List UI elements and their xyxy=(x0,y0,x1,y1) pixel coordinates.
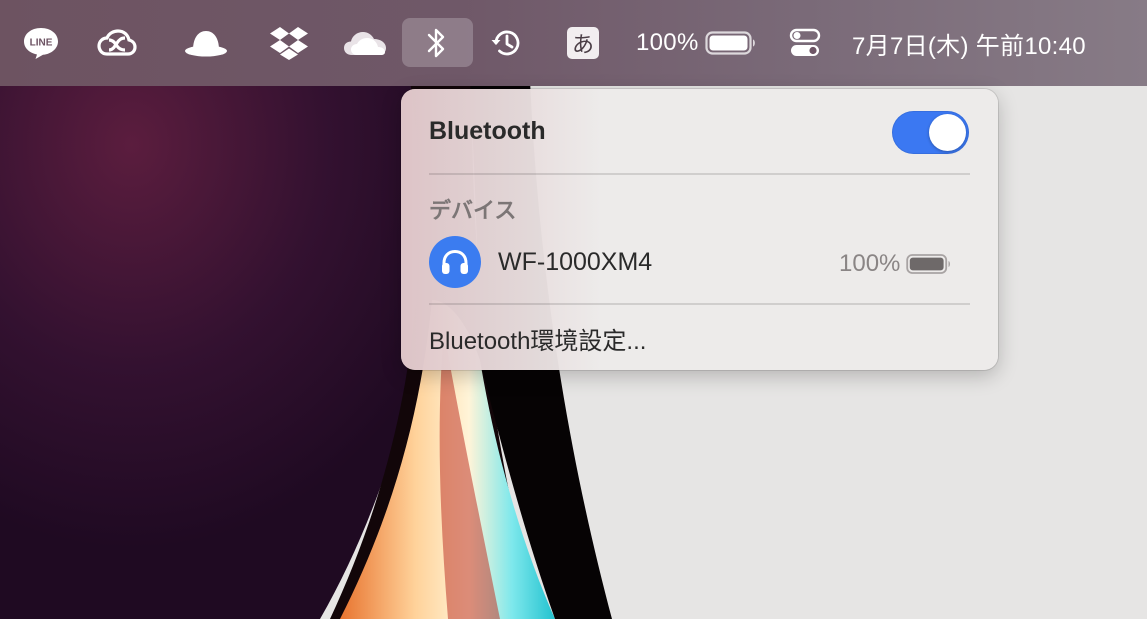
toggle-knob xyxy=(929,114,966,151)
device-battery-percentage: 100% xyxy=(839,250,901,277)
panel-title: Bluetooth xyxy=(429,117,546,145)
menu-bar: LINE あ 100% 7月7日(木) 午前10:40 xyxy=(0,0,1147,86)
bluetooth-toggle[interactable] xyxy=(892,111,969,154)
cloud-icon[interactable] xyxy=(343,0,387,86)
battery-status[interactable]: 100% xyxy=(636,0,758,86)
control-center-icon[interactable] xyxy=(788,0,822,86)
device-battery-icon xyxy=(906,254,951,274)
headphones-icon xyxy=(429,236,481,288)
bowler-hat-icon[interactable] xyxy=(184,0,228,86)
device-row[interactable]: WF-1000XM4 100% xyxy=(421,230,981,294)
dropbox-icon[interactable] xyxy=(268,0,310,86)
device-battery: 100% xyxy=(839,250,952,278)
svg-text:LINE: LINE xyxy=(30,38,53,49)
devices-section-header: デバイス xyxy=(429,199,517,224)
line-icon[interactable]: LINE xyxy=(22,0,60,86)
creative-cloud-icon[interactable] xyxy=(96,0,138,86)
ime-label: あ xyxy=(567,27,599,59)
divider xyxy=(429,173,970,175)
menu-bar-clock[interactable]: 7月7日(木) 午前10:40 xyxy=(852,0,1118,86)
clock-text: 7月7日(木) 午前10:40 xyxy=(852,32,1086,60)
divider xyxy=(429,303,970,305)
device-name: WF-1000XM4 xyxy=(498,248,653,276)
bluetooth-icon[interactable] xyxy=(420,0,454,86)
bluetooth-preferences-item[interactable]: Bluetooth環境設定... xyxy=(429,321,646,356)
bluetooth-menu-panel: Bluetooth デバイス WF-1000XM4 100% Bluetooth… xyxy=(401,89,998,370)
battery-icon xyxy=(704,31,755,55)
battery-percentage: 100% xyxy=(636,29,699,56)
time-machine-icon[interactable] xyxy=(490,0,522,86)
input-method-indicator[interactable]: あ xyxy=(566,0,600,86)
